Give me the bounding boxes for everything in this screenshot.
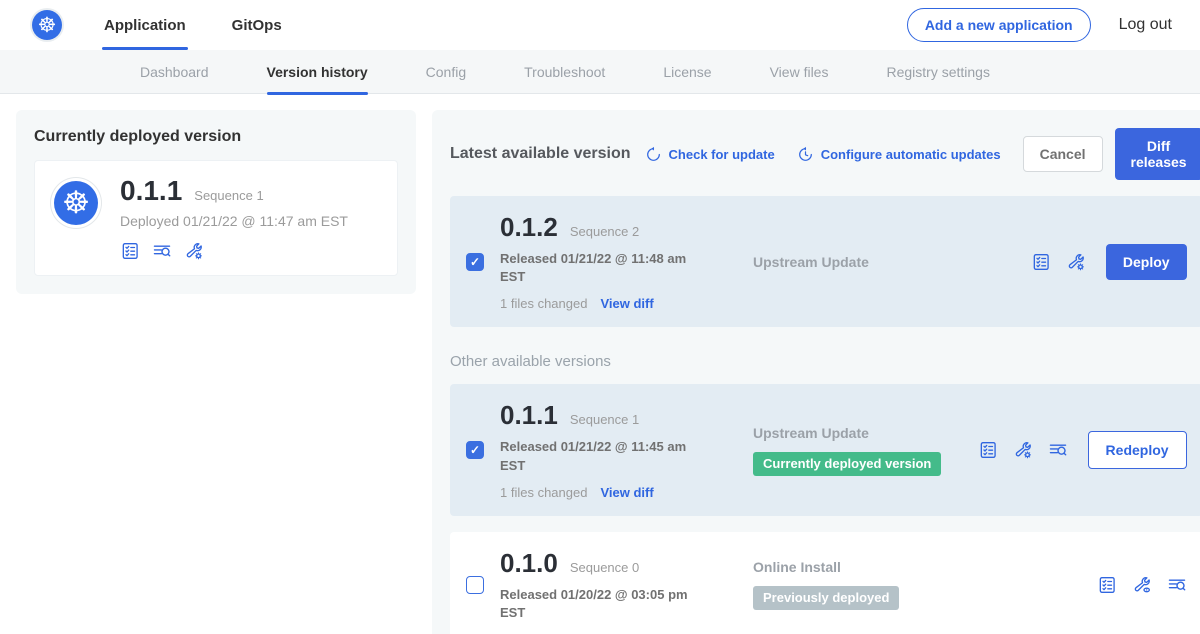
version-info: 0.1.1 Sequence 1 Released 01/21/22 @ 11:… bbox=[500, 400, 705, 499]
version-checkbox[interactable] bbox=[466, 441, 484, 459]
subnav-troubleshoot[interactable]: Troubleshoot bbox=[524, 50, 605, 94]
version-actions: Deploy bbox=[1031, 244, 1187, 280]
subnav-license[interactable]: License bbox=[663, 50, 711, 94]
currently-deployed-panel: Currently deployed version ☸ 0.1.1 Seque… bbox=[16, 110, 416, 294]
latest-version-title: Latest available version bbox=[450, 145, 631, 163]
deployed-version-number: 0.1.1 bbox=[120, 175, 182, 207]
version-status-badge: Currently deployed version bbox=[753, 452, 941, 476]
view-diff-link[interactable]: View diff bbox=[600, 485, 653, 500]
wrench-eye-icon[interactable] bbox=[1132, 575, 1152, 595]
add-new-application-button[interactable]: Add a new application bbox=[907, 8, 1091, 42]
version-action-button[interactable]: Redeploy bbox=[1088, 431, 1187, 469]
version-number: 0.1.1 bbox=[500, 400, 558, 431]
refresh-icon bbox=[645, 146, 662, 163]
currently-deployed-title: Currently deployed version bbox=[34, 128, 398, 146]
version-action-button[interactable]: Deploy bbox=[1106, 244, 1187, 280]
version-source-column: Upstream Update bbox=[705, 254, 1031, 270]
app-tabs: Application GitOps bbox=[102, 0, 326, 50]
subnav-config[interactable]: Config bbox=[426, 50, 466, 94]
version-checkbox[interactable] bbox=[466, 253, 484, 271]
version-actions bbox=[1097, 575, 1187, 595]
diff-releases-button[interactable]: Diff releases bbox=[1115, 128, 1200, 180]
version-status-badge: Previously deployed bbox=[753, 586, 899, 610]
logout-link[interactable]: Log out bbox=[1119, 16, 1172, 34]
configure-automatic-updates-link[interactable]: Configure automatic updates bbox=[797, 146, 1001, 163]
version-source-label: Upstream Update bbox=[753, 425, 978, 441]
version-row: 0.1.2 Sequence 2 Released 01/21/22 @ 11:… bbox=[450, 196, 1200, 327]
subnav-view-files[interactable]: View files bbox=[770, 50, 829, 94]
version-source-label: Upstream Update bbox=[753, 254, 1031, 270]
clock-refresh-icon bbox=[797, 146, 814, 163]
subnav-registry-settings[interactable]: Registry settings bbox=[886, 50, 989, 94]
version-actions: Redeploy bbox=[978, 431, 1187, 469]
subnav-dashboard[interactable]: Dashboard bbox=[140, 50, 209, 94]
wrench-gear-icon[interactable] bbox=[1066, 252, 1086, 272]
version-source-label: Online Install bbox=[753, 559, 1097, 575]
version-number: 0.1.2 bbox=[500, 212, 558, 243]
version-info: 0.1.0 Sequence 0 Released 01/20/22 @ 03:… bbox=[500, 548, 705, 622]
kubernetes-logo-icon: ☸ bbox=[32, 10, 62, 40]
checklist-icon[interactable] bbox=[1031, 252, 1051, 272]
version-sequence-label: Sequence 2 bbox=[570, 224, 639, 239]
main-content: Currently deployed version ☸ 0.1.1 Seque… bbox=[0, 94, 1200, 634]
cancel-button[interactable]: Cancel bbox=[1023, 136, 1103, 172]
version-source-column: Online Install Previously deployed bbox=[705, 559, 1097, 610]
version-sequence-label: Sequence 1 bbox=[570, 412, 639, 427]
version-info: 0.1.2 Sequence 2 Released 01/21/22 @ 11:… bbox=[500, 212, 705, 311]
version-row: 0.1.1 Sequence 1 Released 01/21/22 @ 11:… bbox=[450, 384, 1200, 515]
version-number: 0.1.0 bbox=[500, 548, 558, 579]
version-released-timestamp: Released 01/21/22 @ 11:45 am EST bbox=[500, 438, 688, 474]
subnav-version-history[interactable]: Version history bbox=[267, 50, 368, 94]
version-source-column: Upstream Update Currently deployed versi… bbox=[705, 425, 978, 476]
tab-gitops[interactable]: GitOps bbox=[230, 0, 284, 50]
files-changed-label: 1 files changed bbox=[500, 296, 587, 311]
files-changed-row: 1 files changed View diff bbox=[500, 296, 705, 311]
version-row: 0.1.0 Sequence 0 Released 01/20/22 @ 03:… bbox=[450, 532, 1200, 634]
version-history-panel: Latest available version Check for updat… bbox=[432, 110, 1200, 634]
wrench-gear-icon[interactable] bbox=[1013, 440, 1033, 460]
version-sequence-label: Sequence 0 bbox=[570, 560, 639, 575]
app-sub-navigation: Dashboard Version history Config Trouble… bbox=[0, 50, 1200, 94]
latest-version-row-container: 0.1.2 Sequence 2 Released 01/21/22 @ 11:… bbox=[450, 196, 1200, 327]
checklist-icon[interactable] bbox=[978, 440, 998, 460]
top-navigation-bar: ☸ Application GitOps Add a new applicati… bbox=[0, 0, 1200, 50]
tab-application[interactable]: Application bbox=[102, 0, 188, 50]
latest-version-header: Latest available version Check for updat… bbox=[450, 128, 1200, 180]
other-versions-title: Other available versions bbox=[450, 353, 1200, 370]
deployed-version-info: 0.1.1 Sequence 1 Deployed 01/21/22 @ 11:… bbox=[120, 175, 348, 261]
lines-magnifier-icon[interactable] bbox=[1048, 440, 1068, 460]
currently-deployed-card: ☸ 0.1.1 Sequence 1 Deployed 01/21/22 @ 1… bbox=[34, 160, 398, 276]
deployed-timestamp: Deployed 01/21/22 @ 11:47 am EST bbox=[120, 213, 348, 229]
check-for-update-label: Check for update bbox=[669, 147, 775, 162]
view-diff-link[interactable]: View diff bbox=[600, 296, 653, 311]
checklist-icon[interactable] bbox=[1097, 575, 1117, 595]
kubernetes-app-icon: ☸ bbox=[54, 181, 98, 225]
checklist-icon[interactable] bbox=[120, 241, 140, 261]
deployed-version-icons bbox=[120, 241, 348, 261]
version-released-timestamp: Released 01/20/22 @ 03:05 pm EST bbox=[500, 586, 688, 622]
version-released-timestamp: Released 01/21/22 @ 11:48 am EST bbox=[500, 250, 688, 286]
lines-magnifier-icon[interactable] bbox=[1167, 575, 1187, 595]
files-changed-row: 1 files changed View diff bbox=[500, 485, 705, 500]
deployed-sequence-label: Sequence 1 bbox=[194, 188, 263, 203]
files-changed-label: 1 files changed bbox=[500, 485, 587, 500]
other-versions-list: 0.1.1 Sequence 1 Released 01/21/22 @ 11:… bbox=[450, 384, 1200, 634]
configure-automatic-updates-label: Configure automatic updates bbox=[821, 147, 1001, 162]
check-for-update-link[interactable]: Check for update bbox=[645, 146, 775, 163]
version-checkbox[interactable] bbox=[466, 576, 484, 594]
lines-magnifier-icon[interactable] bbox=[152, 241, 172, 261]
wrench-gear-icon[interactable] bbox=[184, 241, 204, 261]
